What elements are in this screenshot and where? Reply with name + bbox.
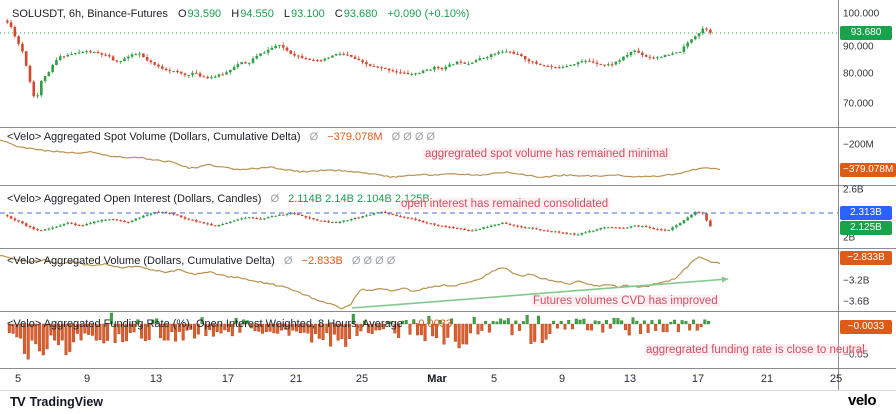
annotation-text-3[interactable]: aggregrated funding rate is close to neu… — [644, 344, 867, 356]
ohlc-close-value: 93.680 — [344, 8, 378, 20]
indicator-title[interactable]: <Velo> Aggregated Open Interest (Dollars… — [7, 193, 261, 205]
ohlc-open-value: 93.590 — [188, 8, 222, 20]
annotation-text-0[interactable]: aggregrated spot volume has remained min… — [423, 148, 670, 160]
time-label-9: 9 — [559, 373, 565, 385]
futures_cvd-axis-label: −3.2B — [843, 276, 869, 287]
price-axis-label: 100.000 — [843, 9, 879, 20]
time-label-17: 17 — [222, 373, 234, 385]
symbol-header[interactable]: SOLUSDT, 6h, Binance-Futures O93.590 H94… — [12, 8, 469, 21]
futures_cvd-price-badge: −2.833B — [840, 251, 892, 265]
chart-window: SOLUSDT, 6h, Binance-Futures O93.590 H94… — [0, 0, 896, 414]
price-axis-label: 70.000 — [843, 99, 874, 110]
tradingview-logo-icon: TV — [10, 394, 25, 409]
footer-bar: TV TradingView velo — [0, 391, 896, 414]
pane-separator[interactable] — [0, 185, 896, 186]
time-label-5: 5 — [15, 373, 21, 385]
open_interest-axis-label: 2.6B — [843, 185, 864, 196]
indicator-value: −379.078M — [327, 131, 382, 143]
funding-header[interactable]: <Velo> Aggregated Funding Rate (%), Open… — [7, 318, 452, 331]
pane-separator[interactable] — [0, 311, 896, 312]
time-label-21: 21 — [761, 373, 773, 385]
pane-separator[interactable] — [0, 127, 896, 128]
tradingview-logo[interactable]: TV TradingView — [10, 394, 103, 409]
price-axis-label: 80.000 — [843, 69, 874, 80]
indicator-value: −2.833B — [302, 255, 343, 267]
tradingview-logo-label: TradingView — [30, 395, 103, 409]
ohlc-low-value: 93.100 — [291, 8, 325, 20]
time-label-5: 5 — [491, 373, 497, 385]
price-axis-label: 90.000 — [843, 42, 874, 53]
indicator-title[interactable]: <Velo> Aggregated Spot Volume (Dollars, … — [7, 131, 301, 143]
indicator-zeros: Ø Ø Ø Ø — [392, 131, 435, 143]
indicator-zero: Ø — [310, 131, 319, 143]
funding-price-badge: −0.0033 — [840, 320, 892, 334]
ohlc-high-label: H — [231, 8, 239, 20]
time-label-21: 21 — [290, 373, 302, 385]
open_interest-price-badge: 2.125B — [840, 221, 892, 235]
spot_cvd-price-badge: −379.078M — [840, 163, 896, 177]
ohlc-high-value: 94.550 — [240, 8, 274, 20]
indicator-title[interactable]: <Velo> Aggregated Funding Rate (%), Open… — [7, 318, 403, 330]
pane-separator[interactable] — [0, 248, 896, 249]
time-label-mar: Mar — [427, 373, 447, 385]
price-change-value: +0.090 (+0.10%) — [387, 8, 469, 20]
indicator-zero: Ø — [284, 255, 293, 267]
time-label-17: 17 — [692, 373, 704, 385]
annotation-text-1[interactable]: open interest has remained consolidated — [399, 198, 610, 210]
indicator-zeros: Ø Ø Ø Ø — [352, 255, 395, 267]
spot_cvd-axis-label: −200M — [843, 140, 874, 151]
symbol-title[interactable]: SOLUSDT, 6h, Binance-Futures — [12, 8, 168, 20]
open-interest-header[interactable]: <Velo> Aggregated Open Interest (Dollars… — [7, 193, 430, 206]
velo-logo[interactable]: velo — [848, 392, 876, 409]
futures-cvd-header[interactable]: <Velo> Aggregated Volume (Dollars, Cumul… — [7, 255, 395, 268]
price-price-badge: 93.680 — [840, 26, 892, 40]
open_interest-price-badge: 2.313B — [840, 206, 892, 220]
time-scale[interactable]: 5913172125Mar5913172125 — [0, 369, 838, 390]
time-label-13: 13 — [624, 373, 636, 385]
ohlc-low-label: L — [284, 8, 290, 20]
indicator-zero: Ø — [270, 193, 279, 205]
indicator-title[interactable]: <Velo> Aggregated Volume (Dollars, Cumul… — [7, 255, 275, 267]
time-label-13: 13 — [150, 373, 162, 385]
annotation-text-2[interactable]: Futures volumes CVD has improved — [531, 295, 720, 307]
time-label-25: 25 — [356, 373, 368, 385]
spot-cvd-header[interactable]: <Velo> Aggregated Spot Volume (Dollars, … — [7, 131, 435, 144]
time-label-9: 9 — [84, 373, 90, 385]
indicator-value: −0.0033 — [412, 318, 452, 330]
ohlc-close-label: C — [335, 8, 343, 20]
time-label-25: 25 — [830, 373, 842, 385]
futures_cvd-axis-label: −3.6B — [843, 297, 869, 308]
ohlc-open-label: O — [178, 8, 187, 20]
